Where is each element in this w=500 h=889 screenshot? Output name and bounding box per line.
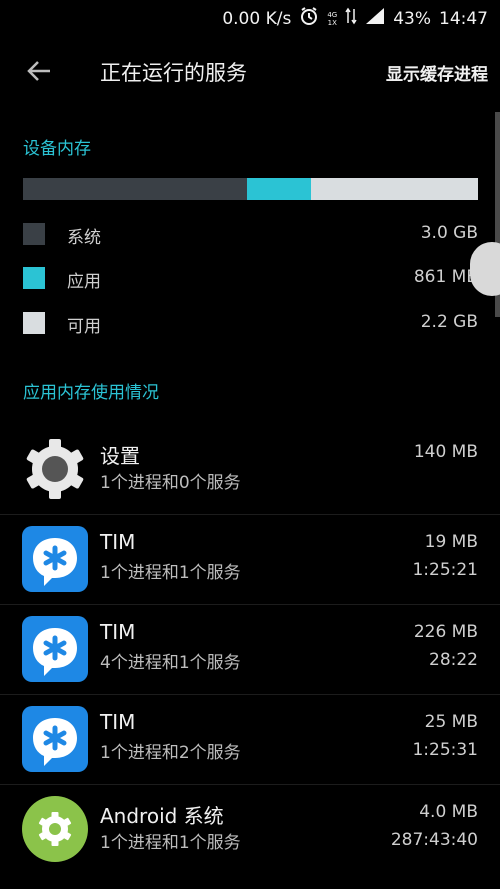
clock: 14:47 (439, 8, 488, 29)
tim-app-icon (22, 616, 88, 682)
legend-free-label: 可用 (67, 317, 101, 337)
signal-icon (365, 7, 385, 30)
app-memory-value: 19 MB (424, 532, 478, 552)
status-bar-right: 0.00 K/s 4G 1X 43% 14:47 (222, 6, 488, 31)
network-speed: 0.00 K/s (222, 8, 292, 29)
status-bar: 0.00 K/s 4G 1X 43% 14:47 (0, 0, 500, 36)
app-row-settings[interactable]: 设置 1个进程和0个服务 140 MB (0, 424, 500, 515)
legend-free: 可用 2.2 GB (23, 312, 478, 337)
network-type-top: 4G (327, 10, 338, 19)
legend-app-label: 应用 (67, 272, 101, 292)
android-system-icon (22, 796, 88, 862)
app-run-time: 287:43:40 (390, 830, 478, 850)
app-memory-value: 226 MB (413, 622, 478, 642)
app-process-info: 1个进程和1个服务 (100, 833, 241, 853)
legend-app-value: 861 MB (413, 267, 478, 287)
app-row-android-system[interactable]: Android 系统 1个进程和1个服务 4.0 MB 287:43:40 (0, 784, 500, 874)
legend-system-label: 系统 (67, 228, 101, 248)
app-name: Android 系统 (100, 804, 224, 828)
app-row-tim-3[interactable]: TIM 1个进程和2个服务 25 MB 1:25:31 (0, 694, 500, 785)
legend-app-swatch (23, 267, 45, 289)
legend-free-value: 2.2 GB (420, 312, 478, 332)
back-arrow-icon[interactable] (24, 56, 54, 86)
app-memory-title: 应用内存使用情况 (23, 383, 159, 403)
app-run-time: 1:25:31 (412, 740, 478, 760)
memory-bar-app-segment (247, 178, 312, 200)
app-name: 设置 (100, 444, 140, 468)
app-process-info: 1个进程和0个服务 (100, 473, 241, 493)
legend-system: 系统 3.0 GB (23, 223, 478, 248)
data-arrows-icon (345, 7, 357, 30)
battery-percent: 43% (393, 8, 431, 29)
app-name: TIM (100, 620, 136, 644)
app-process-info: 1个进程和1个服务 (100, 563, 241, 583)
show-cached-processes-button[interactable]: 显示缓存进程 (386, 60, 488, 85)
network-type-icon: 4G 1X (327, 11, 337, 27)
app-run-time: 28:22 (429, 650, 478, 670)
memory-usage-bar (23, 178, 478, 200)
app-memory-value: 25 MB (424, 712, 478, 732)
legend-system-swatch (23, 223, 45, 245)
tim-app-icon (22, 706, 88, 772)
legend-free-swatch (23, 312, 45, 334)
app-name: TIM (100, 530, 136, 554)
legend-system-value: 3.0 GB (420, 223, 478, 243)
floating-assistant-button[interactable] (470, 242, 500, 296)
app-bar: 正在运行的服务 显示缓存进程 (0, 36, 500, 110)
tim-app-icon (22, 526, 88, 592)
device-memory-title: 设备内存 (23, 139, 91, 159)
app-memory-value: 4.0 MB (419, 802, 478, 822)
network-type-bottom: 1X (327, 18, 337, 27)
app-row-tim-1[interactable]: TIM 1个进程和1个服务 19 MB 1:25:21 (0, 514, 500, 605)
app-process-info: 4个进程和1个服务 (100, 653, 241, 673)
memory-bar-free-segment (311, 178, 478, 200)
settings-gear-icon (22, 436, 88, 502)
app-name: TIM (100, 710, 136, 734)
app-process-info: 1个进程和2个服务 (100, 743, 241, 763)
page-title: 正在运行的服务 (100, 61, 247, 85)
app-row-tim-2[interactable]: TIM 4个进程和1个服务 226 MB 28:22 (0, 604, 500, 695)
legend-app: 应用 861 MB (23, 267, 478, 292)
memory-bar-system-segment (23, 178, 248, 200)
app-memory-value: 140 MB (413, 442, 478, 462)
app-run-time: 1:25:21 (412, 560, 478, 580)
alarm-icon (299, 6, 319, 31)
